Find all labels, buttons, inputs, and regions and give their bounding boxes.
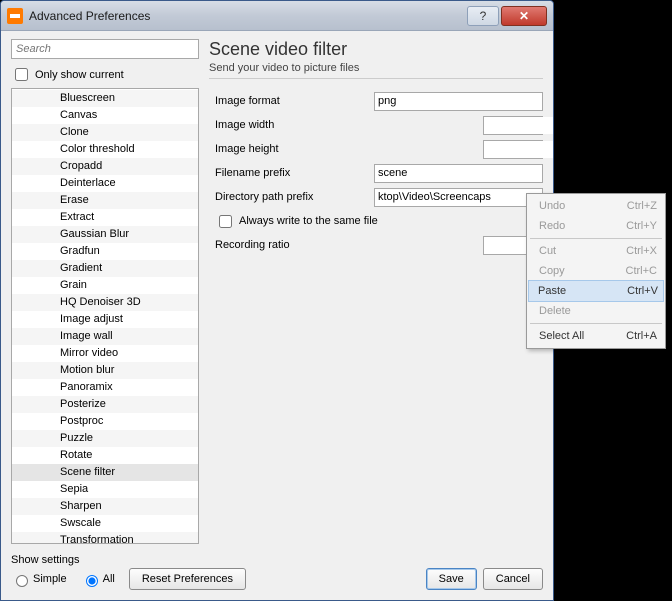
cm-copy[interactable]: Copy Ctrl+C [529, 261, 663, 281]
row-recording-ratio: Recording ratio ▲▼ [209, 233, 543, 257]
tree-item[interactable]: Erase [12, 192, 198, 209]
checkbox-always-write[interactable] [219, 215, 232, 228]
cm-cut[interactable]: Cut Ctrl+X [529, 241, 663, 261]
tree-item[interactable]: Panoramix [12, 379, 198, 396]
label-image-width: Image width [209, 119, 374, 131]
tree-item[interactable]: Postproc [12, 413, 198, 430]
input-image-format[interactable] [374, 92, 543, 111]
radio-simple-group[interactable]: Simple [11, 572, 67, 587]
footer: Show settings Simple All Reset Preferenc… [1, 550, 553, 600]
radio-simple[interactable] [16, 575, 28, 587]
window-title: Advanced Preferences [29, 9, 467, 23]
only-show-current[interactable]: Only show current [11, 65, 199, 84]
help-button[interactable]: ? [467, 6, 499, 26]
search-input[interactable] [11, 39, 199, 59]
tree-item[interactable]: Image wall [12, 328, 198, 345]
tree-item[interactable]: Canvas [12, 107, 198, 124]
tree-item[interactable]: Color threshold [12, 141, 198, 158]
section-subtitle: Send your video to picture files [209, 62, 543, 79]
tree-item[interactable]: Sharpen [12, 498, 198, 515]
label-recording-ratio: Recording ratio [209, 239, 374, 251]
tree-item[interactable]: Swscale [12, 515, 198, 532]
tree-item[interactable]: Mirror video [12, 345, 198, 362]
input-image-width[interactable] [484, 117, 553, 134]
row-image-height: Image height ▲▼ [209, 137, 543, 161]
dialog-body: Only show current BluescreenCanvasCloneC… [1, 31, 553, 550]
tree-item[interactable]: Gaussian Blur [12, 226, 198, 243]
titlebar-controls: ? ✕ [467, 6, 547, 26]
tree-item[interactable]: Scene filter [12, 464, 198, 481]
only-show-current-checkbox[interactable] [15, 68, 28, 81]
row-dir-prefix: Directory path prefix [209, 185, 543, 209]
row-image-width: Image width ▲▼ [209, 113, 543, 137]
tree-item[interactable]: Grain [12, 277, 198, 294]
tree-item[interactable]: HQ Denoiser 3D [12, 294, 198, 311]
cancel-button[interactable]: Cancel [483, 568, 543, 590]
cm-select-all[interactable]: Select All Ctrl+A [529, 326, 663, 346]
titlebar: Advanced Preferences ? ✕ [1, 1, 553, 31]
cm-paste[interactable]: Paste Ctrl+V [528, 280, 664, 302]
tree-item[interactable]: Image adjust [12, 311, 198, 328]
context-menu: Undo Ctrl+Z Redo Ctrl+Y Cut Ctrl+X Copy … [526, 193, 666, 349]
row-always-write: Always write to the same file [209, 209, 543, 233]
radio-all[interactable] [86, 575, 98, 587]
reset-preferences-button[interactable]: Reset Preferences [129, 568, 246, 590]
preferences-window: Advanced Preferences ? ✕ Only show curre… [0, 0, 554, 601]
tree-item[interactable]: Sepia [12, 481, 198, 498]
cm-delete[interactable]: Delete [529, 301, 663, 321]
save-button[interactable]: Save [426, 568, 477, 590]
cm-separator [530, 323, 662, 324]
radio-simple-label: Simple [33, 573, 67, 585]
tree-item[interactable]: Clone [12, 124, 198, 141]
tree-item[interactable]: Cropadd [12, 158, 198, 175]
cm-undo[interactable]: Undo Ctrl+Z [529, 196, 663, 216]
section-title: Scene video filter [209, 39, 543, 60]
cm-separator [530, 238, 662, 239]
right-pane: Scene video filter Send your video to pi… [209, 39, 543, 544]
label-filename-prefix: Filename prefix [209, 167, 374, 179]
label-always-write: Always write to the same file [239, 215, 378, 227]
input-image-height[interactable] [484, 141, 553, 158]
close-button[interactable]: ✕ [501, 6, 547, 26]
tree-item[interactable]: Motion blur [12, 362, 198, 379]
label-image-height: Image height [209, 143, 374, 155]
tree-item[interactable]: Extract [12, 209, 198, 226]
input-dir-prefix[interactable] [374, 188, 543, 207]
radio-all-label: All [103, 573, 115, 585]
tree-item[interactable]: Gradient [12, 260, 198, 277]
input-filename-prefix[interactable] [374, 164, 543, 183]
tree-item[interactable]: Gradfun [12, 243, 198, 260]
tree-item[interactable]: Transformation [12, 532, 198, 544]
show-settings-label: Show settings [11, 554, 543, 566]
row-image-format: Image format [209, 89, 543, 113]
cm-redo[interactable]: Redo Ctrl+Y [529, 216, 663, 236]
label-image-format: Image format [209, 95, 374, 107]
spin-image-height[interactable]: ▲▼ [483, 140, 543, 159]
only-show-current-label: Only show current [35, 69, 124, 81]
left-pane: Only show current BluescreenCanvasCloneC… [11, 39, 199, 544]
radio-all-group[interactable]: All [81, 572, 115, 587]
tree-item[interactable]: Deinterlace [12, 175, 198, 192]
label-dir-prefix: Directory path prefix [209, 191, 374, 203]
preferences-tree[interactable]: BluescreenCanvasCloneColor thresholdCrop… [11, 88, 199, 544]
tree-item[interactable]: Rotate [12, 447, 198, 464]
row-filename-prefix: Filename prefix [209, 161, 543, 185]
app-icon [7, 8, 23, 24]
tree-item[interactable]: Bluescreen [12, 90, 198, 107]
tree-item[interactable]: Posterize [12, 396, 198, 413]
tree-item[interactable]: Puzzle [12, 430, 198, 447]
spin-image-width[interactable]: ▲▼ [483, 116, 543, 135]
